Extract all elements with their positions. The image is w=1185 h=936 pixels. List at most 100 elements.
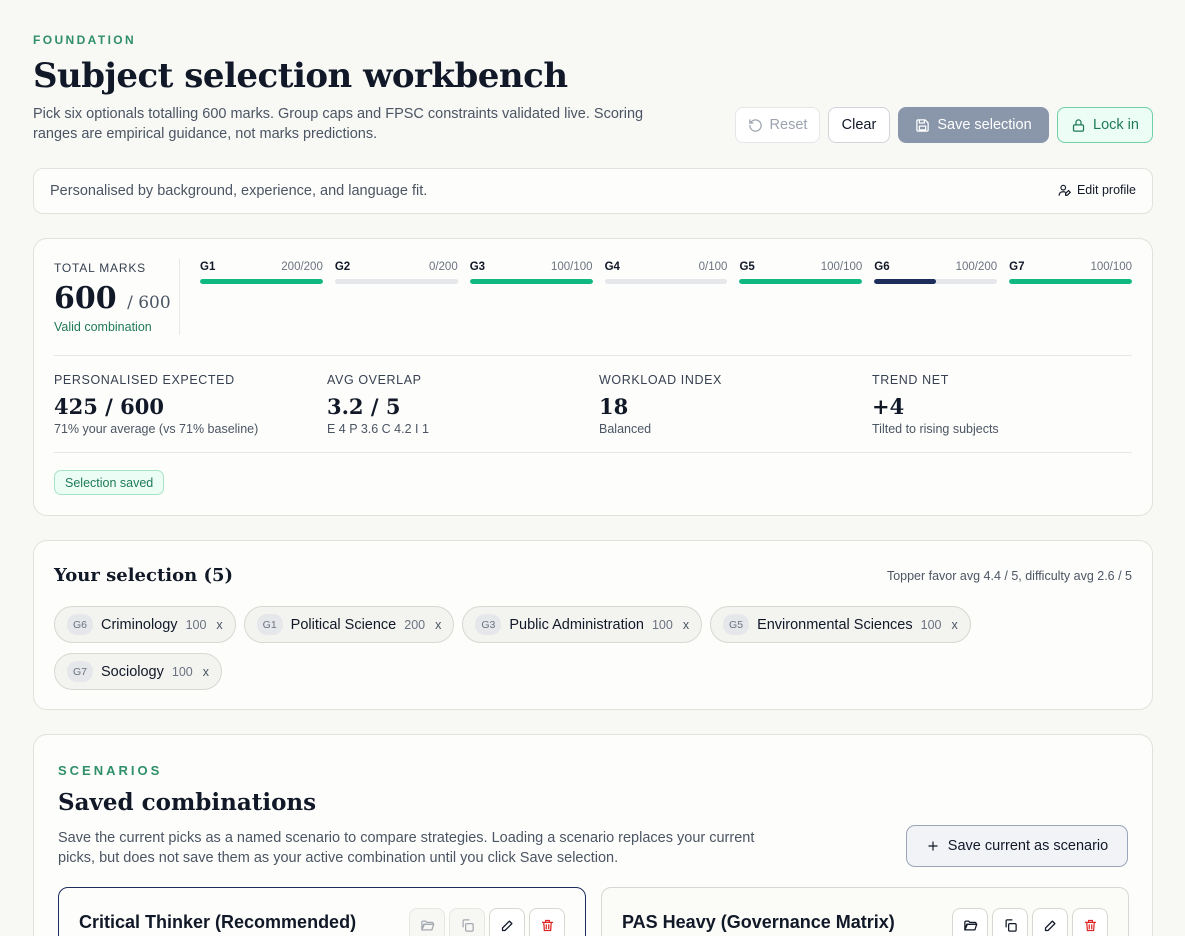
- chip-name: Public Administration: [509, 616, 644, 633]
- group-bar-track: [739, 279, 863, 284]
- rotate-ccw-icon: [748, 118, 762, 132]
- group-bar-fill: [739, 279, 863, 284]
- trash-icon: [541, 919, 553, 931]
- total-marks-label: TOTAL MARKS: [54, 261, 146, 275]
- save-selection-button[interactable]: Save selection: [898, 107, 1049, 143]
- scenarios-eyebrow: SCENARIOS: [58, 763, 163, 778]
- chip-group: G1: [256, 614, 283, 635]
- metric-expected: PERSONALISED EXPECTED 425 / 600 71% your…: [54, 373, 258, 436]
- duplicate-scenario-button[interactable]: [992, 908, 1028, 936]
- chip-remove-button[interactable]: x: [216, 618, 222, 632]
- metric-label: AVG OVERLAP: [327, 373, 422, 387]
- group-value: 100/100: [1090, 261, 1133, 273]
- totals-divider-h: [54, 355, 1132, 356]
- totals-card: TOTAL MARKS 600 / 600 Valid combination …: [33, 238, 1153, 516]
- group-cap: G3 100/100: [469, 261, 593, 284]
- metric-sub: 71% your average (vs 71% baseline): [54, 422, 259, 436]
- chip-remove-button[interactable]: x: [951, 618, 957, 632]
- group-bar-fill: [874, 279, 936, 284]
- pencil-icon: [501, 920, 512, 931]
- group-value: 0/100: [698, 261, 728, 273]
- group-name: G5: [739, 261, 755, 273]
- total-marks-max: / 600: [127, 293, 171, 313]
- total-marks-value: 600 / 600: [54, 281, 171, 316]
- chip-remove-button[interactable]: x: [683, 618, 689, 632]
- scenario-actions: [409, 908, 565, 936]
- subject-chip: G5 Environmental Sciences 100 x: [710, 606, 971, 643]
- metric-trend: TREND NET +4 Tilted to rising subjects: [872, 373, 999, 436]
- group-caps: G1 200/200 G2 0/200 G3 100/100 G4 0/100 G5 10…: [200, 261, 1133, 284]
- group-cap: G5 100/100: [739, 261, 863, 284]
- scenarios-card: SCENARIOS Saved combinations Save the cu…: [33, 734, 1153, 936]
- total-marks-number: 600: [54, 281, 117, 316]
- chip-marks: 100: [920, 617, 942, 632]
- chip-name: Environmental Sciences: [757, 616, 913, 633]
- delete-scenario-button[interactable]: [529, 908, 565, 936]
- chip-remove-button[interactable]: x: [435, 618, 441, 632]
- subject-chip: G6 Criminology 100 x: [54, 606, 236, 643]
- folder-open-icon: [963, 920, 977, 930]
- load-scenario-button[interactable]: [409, 908, 445, 936]
- subject-chip: G7 Sociology 100 x: [54, 653, 222, 690]
- reset-button[interactable]: Reset: [735, 107, 820, 143]
- scenario-item-pas-heavy[interactable]: PAS Heavy (Governance Matrix): [601, 887, 1129, 936]
- load-scenario-button[interactable]: [952, 908, 988, 936]
- chip-marks: 100: [651, 617, 673, 632]
- selection-meta: Topper favor avg 4.4 / 5, difficulty avg…: [886, 569, 1132, 583]
- clear-button[interactable]: Clear: [828, 107, 890, 143]
- metric-label: PERSONALISED EXPECTED: [54, 373, 235, 387]
- lock-label: Lock in: [1093, 117, 1139, 133]
- group-cap: G6 100/200: [874, 261, 998, 284]
- metric-label: WORKLOAD INDEX: [599, 373, 722, 387]
- chip-name: Criminology: [101, 616, 178, 633]
- save-scenario-label: Save current as scenario: [947, 838, 1109, 854]
- rename-scenario-button[interactable]: [1032, 908, 1068, 936]
- profile-bar: Personalised by background, experience, …: [33, 168, 1153, 214]
- group-cap: G1 200/200: [200, 261, 323, 284]
- metric-overlap: AVG OVERLAP 3.2 / 5 E 4 P 3.6 C 4.2 I 1: [327, 373, 429, 436]
- group-value: 0/200: [428, 261, 458, 273]
- scenario-name: PAS Heavy (Governance Matrix): [622, 912, 895, 932]
- metric-value: 3.2 / 5: [327, 394, 401, 419]
- chip-remove-button[interactable]: x: [203, 665, 209, 679]
- metric-label: TREND NET: [872, 373, 949, 387]
- scenario-item-critical-thinker[interactable]: Critical Thinker (Recommended): [58, 887, 586, 936]
- chip-name: Sociology: [101, 663, 164, 680]
- scenarios-title: Saved combinations: [58, 789, 317, 816]
- selection-chips: G6 Criminology 100 x G1 Political Scienc…: [54, 606, 1134, 690]
- chip-marks: 100: [185, 617, 207, 632]
- group-name: G1: [200, 261, 216, 273]
- group-bar-track: [469, 279, 593, 284]
- totals-divider: [179, 259, 180, 335]
- chip-group: G7: [67, 661, 93, 682]
- group-name: G3: [469, 261, 486, 273]
- lock-in-button[interactable]: Lock in: [1057, 107, 1153, 143]
- profile-text: Personalised by background, experience, …: [50, 183, 428, 199]
- group-value: 100/200: [955, 261, 998, 273]
- scenario-name: Critical Thinker (Recommended): [79, 912, 357, 932]
- lock-icon: [1072, 118, 1085, 132]
- chip-group: G5: [723, 614, 750, 635]
- pencil-icon: [1044, 920, 1055, 931]
- group-bar-track: [334, 279, 458, 284]
- chip-name: Political Science: [290, 616, 397, 633]
- page-subtitle: Pick six optionals totalling 600 marks. …: [33, 106, 644, 142]
- trash-icon: [1084, 919, 1096, 931]
- delete-scenario-button[interactable]: [1072, 908, 1108, 936]
- save-scenario-button[interactable]: Save current as scenario: [906, 825, 1128, 867]
- save-label: Save selection: [937, 117, 1032, 133]
- reset-label: Reset: [769, 117, 808, 133]
- subject-chip: G3 Public Administration 100 x: [462, 606, 703, 643]
- group-name: G4: [604, 261, 620, 273]
- selection-card: Your selection (5) Topper favor avg 4.4 …: [33, 540, 1153, 710]
- group-value: 100/100: [820, 261, 863, 273]
- scenario-actions: [952, 908, 1108, 936]
- group-bar-fill: [469, 279, 593, 284]
- rename-scenario-button[interactable]: [489, 908, 525, 936]
- group-name: G7: [1009, 261, 1025, 273]
- edit-profile-label: Edit profile: [1076, 183, 1136, 197]
- metric-sub: E 4 P 3.6 C 4.2 I 1: [327, 422, 429, 436]
- group-name: G2: [334, 261, 351, 273]
- edit-profile-link[interactable]: Edit profile: [1058, 183, 1136, 197]
- duplicate-scenario-button[interactable]: [449, 908, 485, 936]
